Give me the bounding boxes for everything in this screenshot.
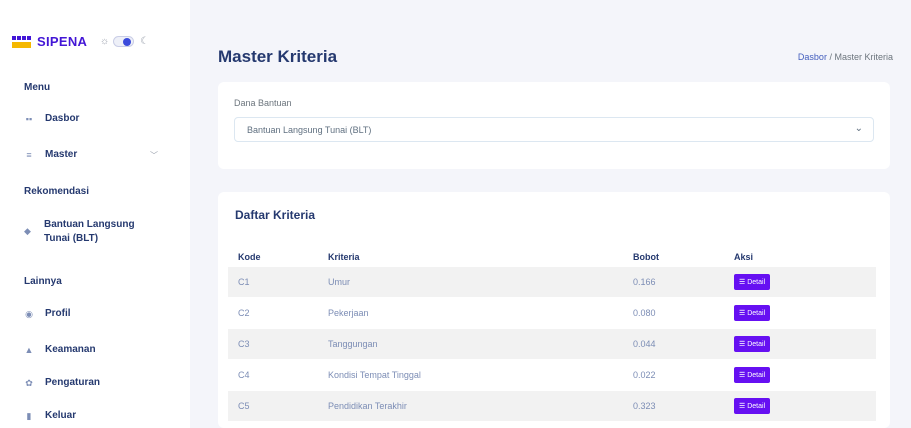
cell-bobot: 0.044 <box>633 339 656 349</box>
toggle-knob <box>123 38 132 46</box>
sidebar-item-label: Profil <box>45 308 71 319</box>
sidebar-item-label: Pengaturan <box>45 377 101 388</box>
sidebar-item-label: Dasbor <box>45 113 80 124</box>
sidebar: SIPENA ☼ ☾ Menu ▪▪ Dasbor ≡ Master ﹀ Rek… <box>0 0 190 428</box>
header-kriteria: Kriteria <box>328 252 360 262</box>
chevron-down-icon: ⌄ <box>854 123 863 134</box>
sidebar-item-profil[interactable]: ◉ Profil <box>24 308 71 319</box>
brand-name: SIPENA <box>37 34 88 49</box>
detail-button-body[interactable]: ☰ Detail <box>734 305 771 321</box>
diamond-icon: ◆ <box>24 226 31 236</box>
logout-icon: ▮ <box>26 410 32 421</box>
page-title: Master Kriteria <box>218 47 338 66</box>
chevron-down-icon[interactable]: ﹀ <box>150 150 158 161</box>
blt-label-line1: Bantuan Langsung <box>44 219 135 230</box>
list-icon: ☰ <box>739 403 748 410</box>
grid-icon: ▪▪ <box>25 113 33 124</box>
table-row: C5 Pendidikan Terakhir 0.323 ☰ Detail <box>228 391 876 421</box>
cell-kriteria: Pendidikan Terakhir <box>328 401 407 411</box>
cell-bobot: 0.080 <box>633 308 656 318</box>
sidebar-item-blt[interactable]: ◆ Bantuan Langsung Tunai (BLT) <box>24 218 135 246</box>
list-icon: ☰ <box>739 341 748 348</box>
sidebar-item-label: Master <box>45 149 78 160</box>
brand-logo-icon <box>12 35 31 48</box>
detail-button[interactable]: ☰ Detail <box>734 274 771 290</box>
cell-kriteria: Tanggungan <box>328 339 378 349</box>
table-row: C4 Kondisi Tempat Tinggal 0.022 ☰ Detail <box>228 360 876 390</box>
dana-bantuan-label: Dana Bantuan <box>234 98 292 108</box>
detail-button[interactable]: ☰ Detail <box>734 336 771 352</box>
sidebar-item-label: Keamanan <box>45 344 96 355</box>
header-kode: Kode <box>238 252 261 262</box>
cell-kode: C4 <box>238 370 250 380</box>
sidebar-item-keluar[interactable]: ▮ Keluar <box>24 410 77 421</box>
header-bobot: Bobot <box>633 252 659 262</box>
list-icon: ☰ <box>739 310 748 317</box>
sidebar-item-pengaturan[interactable]: ✿ Pengaturan <box>24 377 100 388</box>
theme-switcher: ☼ ☾ <box>100 36 149 47</box>
cell-kriteria: Kondisi Tempat Tinggal <box>328 370 421 380</box>
detail-button-body[interactable]: ☰ Detail <box>734 336 771 352</box>
cell-bobot: 0.022 <box>633 370 656 380</box>
cell-bobot: 0.323 <box>633 401 656 411</box>
select-value: Bantuan Langsung Tunai (BLT) <box>247 125 372 135</box>
cell-bobot: 0.166 <box>633 277 656 287</box>
sidebar-item-dasbor[interactable]: ▪▪ Dasbor <box>24 113 80 124</box>
cell-kode: C5 <box>238 401 250 411</box>
gear-icon: ✿ <box>25 377 33 388</box>
rekomendasi-section-title: Rekomendasi <box>24 186 90 197</box>
detail-label: Detail <box>747 279 766 286</box>
detail-button[interactable]: ☰ Detail <box>734 398 771 414</box>
table-row: C3 Tanggungan 0.044 ☰ Detail <box>228 329 876 359</box>
moon-icon: ☾ <box>140 36 150 47</box>
detail-button-body[interactable]: ☰ Detail <box>734 398 771 414</box>
detail-button-body[interactable]: ☰ Detail <box>734 367 771 383</box>
dana-bantuan-select[interactable]: Bantuan Langsung Tunai (BLT) ⌄ <box>234 117 874 142</box>
detail-button-body[interactable]: ☰ Detail <box>734 274 771 290</box>
breadcrumb: Dasbor / Master Kriteria <box>798 52 893 62</box>
list-icon: ☰ <box>739 372 748 379</box>
detail-label: Detail <box>747 341 766 348</box>
criteria-list-title: Daftar Kriteria <box>235 208 316 222</box>
sun-icon: ☼ <box>100 36 110 47</box>
cell-kode: C1 <box>238 277 250 287</box>
cell-kode: C2 <box>238 308 250 318</box>
breadcrumb-separator: / <box>829 52 832 62</box>
table-header: Kode Kriteria Bobot Aksi <box>228 247 876 267</box>
breadcrumb-current: Master Kriteria <box>834 52 893 62</box>
sidebar-item-keamanan[interactable]: ▲ Keamanan <box>24 344 96 355</box>
detail-button[interactable]: ☰ Detail <box>734 305 771 321</box>
table-row: C1 Umur 0.166 ☰ Detail <box>228 267 876 297</box>
sidebar-item-label: Keluar <box>45 410 77 421</box>
detail-label: Detail <box>747 403 766 410</box>
table-row: C2 Pekerjaan 0.080 ☰ Detail <box>228 298 876 328</box>
sidebar-item-label: Bantuan Langsung Tunai (BLT) <box>44 218 135 246</box>
sidebar-item-master[interactable]: ≡ Master <box>24 149 77 160</box>
breadcrumb-home-link[interactable]: Dasbor <box>798 52 827 62</box>
blt-label-line2: Tunai (BLT) <box>44 233 99 244</box>
cell-kriteria: Pekerjaan <box>328 308 369 318</box>
list-icon: ☰ <box>739 279 748 286</box>
user-icon: ◉ <box>25 308 33 319</box>
database-icon: ≡ <box>26 149 32 160</box>
lock-icon: ▲ <box>24 344 34 355</box>
header-aksi: Aksi <box>734 252 754 262</box>
theme-toggle[interactable] <box>113 36 135 47</box>
detail-label: Detail <box>747 310 766 317</box>
detail-label: Detail <box>747 372 766 379</box>
brand[interactable]: SIPENA <box>12 34 87 49</box>
cell-kode: C3 <box>238 339 250 349</box>
menu-section-title: Menu <box>24 82 51 93</box>
filter-card: Dana Bantuan Bantuan Langsung Tunai (BLT… <box>218 82 890 169</box>
detail-button[interactable]: ☰ Detail <box>734 367 771 383</box>
cell-kriteria: Umur <box>328 277 350 287</box>
lainnya-section-title: Lainnya <box>24 276 62 287</box>
criteria-card: Daftar Kriteria Kode Kriteria Bobot Aksi… <box>218 192 890 428</box>
